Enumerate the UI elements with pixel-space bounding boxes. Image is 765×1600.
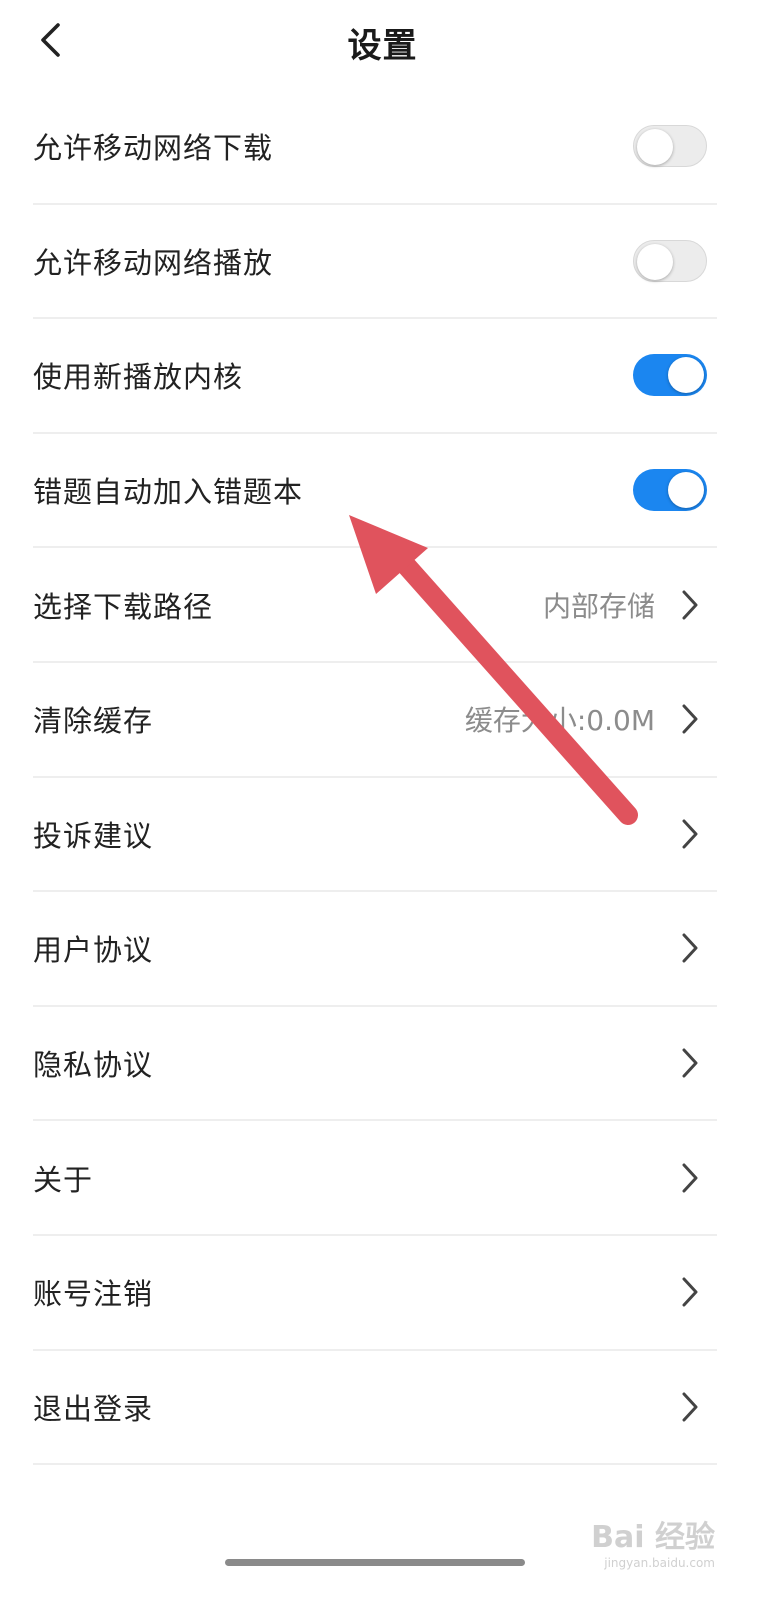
settings-row[interactable]: 退出登录 [33, 1351, 717, 1466]
settings-row[interactable]: 账号注销 [33, 1236, 717, 1351]
settings-row[interactable]: 清除缓存 缓存大小:0.0M [33, 663, 717, 778]
settings-row[interactable]: 关于 [33, 1121, 717, 1236]
settings-row-label: 允许移动网络下载 [33, 131, 274, 166]
header: 设置 [0, 0, 765, 82]
watermark: Bai 经验 jingyan.baidu.com [591, 1512, 715, 1570]
settings-row[interactable]: 投诉建议 [33, 778, 717, 893]
toggle-switch[interactable] [633, 354, 707, 397]
toggle-knob [637, 243, 673, 280]
toggle-knob [637, 129, 673, 166]
settings-row[interactable]: 错题自动加入错题本 [33, 434, 717, 549]
settings-row-value: 内部存储 [542, 589, 655, 623]
watermark-url: jingyan.baidu.com [604, 1556, 715, 1570]
settings-row-label: 选择下载路径 [33, 589, 214, 624]
settings-row-label: 使用新播放内核 [33, 360, 244, 395]
settings-row[interactable]: 允许移动网络播放 [33, 205, 717, 320]
chevron-right-icon [682, 1277, 698, 1307]
settings-row-label: 清除缓存 [33, 704, 154, 739]
settings-row-label: 用户协议 [33, 933, 154, 968]
settings-row-label: 隐私协议 [33, 1048, 154, 1083]
settings-row[interactable]: 选择下载路径 内部存储 [33, 548, 717, 663]
chevron-right-icon [682, 819, 698, 849]
chevron-right-icon [682, 1392, 698, 1422]
toggle-switch[interactable] [633, 239, 707, 282]
settings-row[interactable]: 使用新播放内核 [33, 319, 717, 434]
chevron-right-icon [682, 933, 698, 963]
settings-row-label: 账号注销 [33, 1277, 154, 1312]
chevron-right-icon [682, 1163, 698, 1193]
chevron-right-icon [682, 590, 698, 620]
settings-row-label: 退出登录 [33, 1391, 154, 1426]
chevron-right-icon [682, 1048, 698, 1078]
settings-row-label: 错题自动加入错题本 [33, 475, 304, 510]
settings-row[interactable]: 隐私协议 [33, 1007, 717, 1122]
watermark-logo: Bai 经验 [591, 1520, 715, 1555]
settings-row[interactable]: 用户协议 [33, 892, 717, 1007]
chevron-right-icon [682, 704, 698, 734]
settings-list: 允许移动网络下载 允许移动网络播放 使用新播放内核错题自动加入错题本 选择下载路径 内部… [33, 90, 717, 1466]
page-title: 设置 [347, 26, 418, 66]
toggle-knob [668, 472, 704, 509]
settings-row-label: 允许移动网络播放 [33, 245, 274, 280]
settings-row-label: 投诉建议 [33, 818, 154, 853]
settings-row-value: 缓存大小:0.0M [464, 704, 655, 738]
home-indicator[interactable] [225, 1559, 525, 1566]
toggle-switch[interactable] [633, 469, 707, 512]
toggle-switch[interactable] [633, 125, 707, 168]
toggle-knob [668, 357, 704, 394]
settings-row[interactable]: 允许移动网络下载 [33, 90, 717, 205]
settings-row-label: 关于 [33, 1162, 94, 1197]
